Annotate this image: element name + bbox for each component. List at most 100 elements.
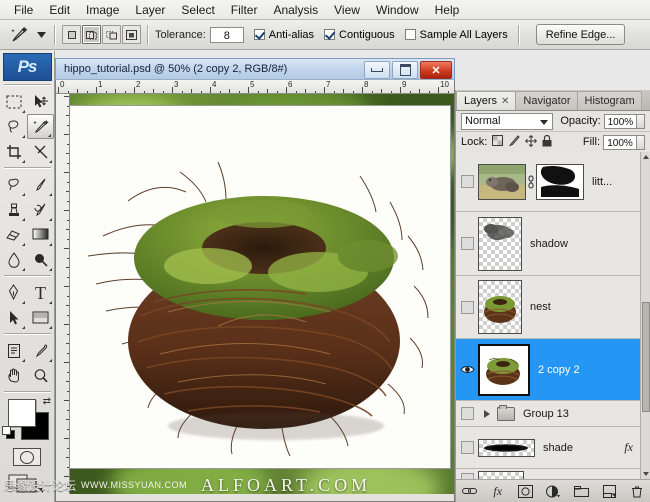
link-mask-icon[interactable] xyxy=(526,175,536,189)
menu-item-help[interactable]: Help xyxy=(427,1,468,19)
opacity-input[interactable]: 100% xyxy=(603,113,638,129)
tab-layers[interactable]: Layers ✕ xyxy=(456,91,517,110)
layer-visibility-toggle[interactable] xyxy=(456,364,478,375)
menu-item-image[interactable]: Image xyxy=(78,1,127,19)
fill-stepper[interactable] xyxy=(637,134,645,150)
tool-preset-chevron-down-icon[interactable] xyxy=(34,21,48,49)
rectangular-marquee-tool[interactable] xyxy=(0,89,27,114)
layer-name[interactable]: shadow xyxy=(530,238,568,250)
foreground-color-swatch[interactable] xyxy=(8,399,36,427)
layer-thumbnail[interactable] xyxy=(478,470,524,479)
add-layer-style-icon[interactable]: fx xyxy=(489,483,507,499)
hand-tool[interactable] xyxy=(0,363,27,388)
move-tool[interactable] xyxy=(27,89,54,114)
menu-item-view[interactable]: View xyxy=(326,1,368,19)
zoom-tool[interactable] xyxy=(27,363,54,388)
contiguous-checkbox[interactable]: Contiguous xyxy=(324,29,395,41)
layer-name[interactable]: Group 13 xyxy=(523,408,569,420)
subtract-from-selection-button[interactable] xyxy=(102,25,121,44)
new-layer-icon[interactable] xyxy=(600,483,618,499)
menu-item-edit[interactable]: Edit xyxy=(41,1,78,19)
canvas[interactable] xyxy=(70,94,454,494)
menu-item-file[interactable]: File xyxy=(6,1,41,19)
layer-visibility-toggle[interactable] xyxy=(456,407,478,420)
add-to-selection-button[interactable] xyxy=(82,25,101,44)
opacity-stepper[interactable] xyxy=(637,113,645,129)
layer-visibility-toggle[interactable] xyxy=(456,300,478,314)
sample-all-layers-checkbox-box[interactable] xyxy=(404,29,416,40)
lasso-tool[interactable] xyxy=(0,114,27,139)
path-selection-tool[interactable] xyxy=(0,305,27,330)
default-colors-icon[interactable] xyxy=(2,426,15,439)
sample-all-layers-checkbox[interactable]: Sample All Layers xyxy=(404,29,508,41)
tolerance-input[interactable]: 8 xyxy=(209,26,244,43)
intersect-with-selection-button[interactable] xyxy=(122,25,141,44)
layer-name[interactable]: litt... xyxy=(592,176,612,188)
eraser-tool[interactable] xyxy=(0,222,27,247)
table-row[interactable]: litt... xyxy=(456,152,650,212)
notes-tool[interactable] xyxy=(0,338,27,363)
tab-histogram[interactable]: Histogram xyxy=(576,91,642,110)
lock-image-pixels-icon[interactable] xyxy=(508,135,520,149)
menu-item-analysis[interactable]: Analysis xyxy=(265,1,326,19)
table-row[interactable]: shade fx xyxy=(456,427,650,469)
slice-tool[interactable] xyxy=(27,139,54,164)
dodge-tool[interactable] xyxy=(27,247,54,272)
layer-mask-thumbnail[interactable] xyxy=(536,163,584,200)
close-icon[interactable]: ✕ xyxy=(501,96,509,107)
clone-stamp-tool[interactable] xyxy=(0,197,27,222)
anti-alias-checkbox-box[interactable] xyxy=(253,29,265,40)
table-row[interactable]: nest xyxy=(456,276,650,339)
menu-item-layer[interactable]: Layer xyxy=(127,1,173,19)
tab-navigator[interactable]: Navigator xyxy=(515,91,578,110)
scrollbar-thumb[interactable] xyxy=(642,302,650,412)
spot-healing-brush-tool[interactable] xyxy=(0,172,27,197)
new-group-icon[interactable] xyxy=(572,483,590,499)
history-brush-tool[interactable] xyxy=(27,197,54,222)
type-tool[interactable]: T xyxy=(27,280,54,305)
link-layers-icon[interactable] xyxy=(461,483,479,499)
menu-item-filter[interactable]: Filter xyxy=(223,1,266,19)
layer-visibility-toggle[interactable] xyxy=(456,237,478,250)
contiguous-checkbox-box[interactable] xyxy=(324,29,336,40)
refine-edge-button[interactable]: Refine Edge... xyxy=(535,24,626,45)
delete-layer-icon[interactable] xyxy=(628,483,646,499)
screen-mode-button[interactable] xyxy=(4,470,51,496)
lock-transparent-pixels-icon[interactable] xyxy=(492,135,504,149)
quick-mask-mode-button[interactable] xyxy=(4,446,51,468)
add-layer-mask-icon[interactable] xyxy=(517,483,535,499)
table-row[interactable]: 2 copy 2 xyxy=(456,339,650,401)
new-selection-button[interactable] xyxy=(62,25,81,44)
layer-thumbnail[interactable] xyxy=(478,438,535,457)
layer-thumbnail[interactable] xyxy=(478,343,530,396)
rectangle-shape-tool[interactable] xyxy=(27,305,54,330)
eyedropper-tool[interactable] xyxy=(27,338,54,363)
menu-item-select[interactable]: Select xyxy=(173,1,222,19)
swap-colors-icon[interactable]: ⇄ xyxy=(43,396,51,407)
minimize-button[interactable] xyxy=(364,61,390,79)
gradient-tool[interactable] xyxy=(27,222,54,247)
layer-visibility-toggle[interactable] xyxy=(456,441,478,454)
table-row[interactable]: Group 13 xyxy=(456,401,650,427)
brush-tool[interactable] xyxy=(27,172,54,197)
horizontal-ruler[interactable]: 0 1 2 3 4 5 6 7 8 9 10 xyxy=(56,80,454,94)
crop-tool[interactable] xyxy=(0,139,27,164)
lock-all-icon[interactable] xyxy=(542,134,552,150)
chevron-right-icon[interactable] xyxy=(484,409,490,418)
document-title-bar[interactable]: hippo_tutorial.psd @ 50% (2 copy 2, RGB/… xyxy=(55,58,455,80)
layer-thumbnail[interactable] xyxy=(478,163,526,200)
blur-tool[interactable] xyxy=(0,247,27,272)
close-button[interactable]: ✕ xyxy=(420,61,452,79)
magic-wand-icon[interactable] xyxy=(4,21,34,49)
anti-alias-checkbox[interactable]: Anti-alias xyxy=(253,29,314,41)
blend-mode-select[interactable]: Normal xyxy=(461,112,554,130)
lock-position-icon[interactable] xyxy=(525,134,538,150)
pen-tool[interactable] xyxy=(0,280,27,305)
layer-list[interactable]: litt... shadow nest 2 copy 2 Group 13 sh… xyxy=(456,152,650,479)
fill-input[interactable]: 100% xyxy=(603,134,637,150)
scroll-down-arrow-icon[interactable] xyxy=(643,472,649,476)
vertical-ruler[interactable] xyxy=(56,94,70,494)
layer-visibility-toggle[interactable] xyxy=(456,175,478,188)
menu-item-window[interactable]: Window xyxy=(368,1,427,19)
table-row[interactable] xyxy=(456,469,650,479)
